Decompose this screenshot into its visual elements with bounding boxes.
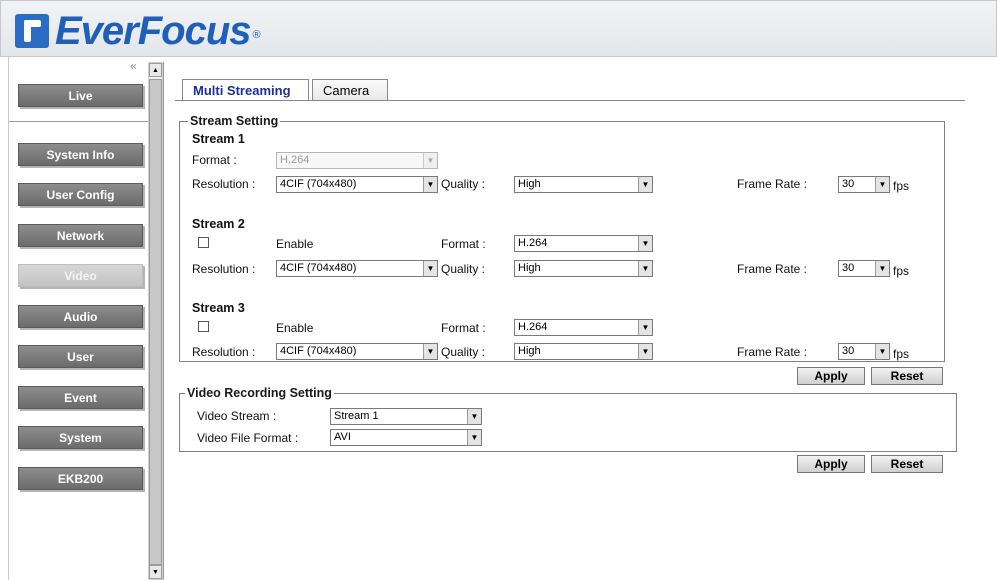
chevron-down-icon[interactable]: ▼ [638, 320, 652, 335]
stream2-format-select[interactable]: H.264 ▼ [514, 235, 653, 252]
sidebar-item-system[interactable]: System [18, 426, 143, 449]
logo-mark-icon [15, 14, 49, 48]
chevron-down-icon[interactable]: ▼ [875, 344, 889, 359]
scroll-up-icon[interactable]: ▲ [149, 63, 162, 77]
stream3-title: Stream 3 [192, 301, 245, 315]
content-divider [163, 62, 164, 580]
recording-reset-button[interactable]: Reset [871, 455, 943, 473]
chevron-down-icon[interactable]: ▼ [875, 177, 889, 192]
stream2-title: Stream 2 [192, 217, 245, 231]
stream2-enable-label: Enable [276, 237, 314, 251]
tab-camera[interactable]: Camera [312, 79, 388, 101]
sidebar-item-event[interactable]: Event [18, 386, 143, 409]
stream3-fps-label: fps [893, 347, 910, 361]
stream-reset-button[interactable]: Reset [871, 367, 943, 385]
stream2-quality-label: Quality : [441, 262, 486, 276]
stream-setting-legend: Stream Setting [188, 114, 281, 128]
video-stream-label: Video Stream : [197, 409, 277, 423]
stream1-fps-label: fps [893, 179, 910, 193]
chevron-down-icon: ▼ [423, 153, 437, 168]
stream3-frame-rate-select[interactable]: 30 ▼ [838, 343, 890, 360]
brand-name: EverFocus [55, 9, 252, 53]
chevron-down-icon[interactable]: ▼ [875, 261, 889, 276]
stream3-quality-label: Quality : [441, 345, 486, 359]
recording-apply-button[interactable]: Apply [797, 455, 865, 473]
header: EverFocus ® [0, 0, 997, 57]
stream1-resolution-select[interactable]: 4CIF (704x480) ▼ [276, 176, 438, 193]
recording-setting-legend: Video Recording Setting [185, 386, 334, 400]
sidebar-scrollbar[interactable]: ▲ ▼ [148, 62, 163, 580]
stream1-format-label: Format : [192, 153, 237, 167]
everfocus-logo: EverFocus ® [15, 11, 261, 51]
sidebar-item-system-info[interactable]: System Info [18, 143, 143, 166]
chevron-down-icon[interactable]: ▼ [638, 236, 652, 251]
tab-underline [175, 100, 965, 101]
collapse-sidebar-icon[interactable]: « [130, 59, 137, 73]
chevron-down-icon[interactable]: ▼ [638, 177, 652, 192]
chevron-down-icon[interactable]: ▼ [467, 409, 481, 424]
scroll-down-icon[interactable]: ▼ [149, 565, 162, 579]
stream3-format-select[interactable]: H.264 ▼ [514, 319, 653, 336]
sidebar-divider [9, 121, 149, 122]
video-file-format-select[interactable]: AVI ▼ [330, 429, 482, 446]
scrollbar-thumb[interactable] [149, 79, 162, 565]
stream1-resolution-label: Resolution : [192, 177, 256, 191]
stream3-enable-checkbox[interactable] [198, 321, 209, 332]
sidebar-item-user-config[interactable]: User Config [18, 183, 143, 206]
chevron-down-icon[interactable]: ▼ [467, 430, 481, 445]
sidebar-item-network[interactable]: Network [18, 224, 143, 247]
stream2-resolution-label: Resolution : [192, 262, 256, 276]
stream-apply-button[interactable]: Apply [797, 367, 865, 385]
stream2-fps-label: fps [893, 264, 910, 278]
stream1-format-select: H.264 ▼ [276, 152, 438, 169]
stream3-resolution-select[interactable]: 4CIF (704x480) ▼ [276, 343, 438, 360]
stream1-frame-rate-label: Frame Rate : [737, 177, 808, 191]
stream3-enable-label: Enable [276, 321, 314, 335]
stream1-quality-select[interactable]: High ▼ [514, 176, 653, 193]
chevron-down-icon[interactable]: ▼ [423, 344, 437, 359]
video-file-format-label: Video File Format : [197, 431, 299, 445]
sidebar-item-video[interactable]: Video [18, 264, 143, 287]
sidebar-item-live[interactable]: Live [18, 84, 143, 107]
stream2-enable-checkbox[interactable] [198, 237, 209, 248]
stream2-frame-rate-label: Frame Rate : [737, 262, 808, 276]
stream2-frame-rate-select[interactable]: 30 ▼ [838, 260, 890, 277]
sidebar: « Live System Info User Config Network V… [8, 57, 149, 580]
stream3-format-label: Format : [441, 321, 486, 335]
sidebar-item-audio[interactable]: Audio [18, 305, 143, 328]
stream1-title: Stream 1 [192, 132, 245, 146]
stream3-resolution-label: Resolution : [192, 345, 256, 359]
stream3-quality-select[interactable]: High ▼ [514, 343, 653, 360]
chevron-down-icon[interactable]: ▼ [638, 344, 652, 359]
chevron-down-icon[interactable]: ▼ [423, 177, 437, 192]
stream3-frame-rate-label: Frame Rate : [737, 345, 808, 359]
sidebar-item-user[interactable]: User [18, 345, 143, 368]
tab-multi-streaming[interactable]: Multi Streaming [182, 79, 309, 101]
stream2-quality-select[interactable]: High ▼ [514, 260, 653, 277]
registered-mark: ® [252, 29, 261, 41]
stream2-resolution-select[interactable]: 4CIF (704x480) ▼ [276, 260, 438, 277]
sidebar-item-ekb200[interactable]: EKB200 [18, 467, 143, 490]
video-stream-select[interactable]: Stream 1 ▼ [330, 408, 482, 425]
stream2-format-label: Format : [441, 237, 486, 251]
chevron-down-icon[interactable]: ▼ [423, 261, 437, 276]
stream1-quality-label: Quality : [441, 177, 486, 191]
chevron-down-icon[interactable]: ▼ [638, 261, 652, 276]
stream1-frame-rate-select[interactable]: 30 ▼ [838, 176, 890, 193]
